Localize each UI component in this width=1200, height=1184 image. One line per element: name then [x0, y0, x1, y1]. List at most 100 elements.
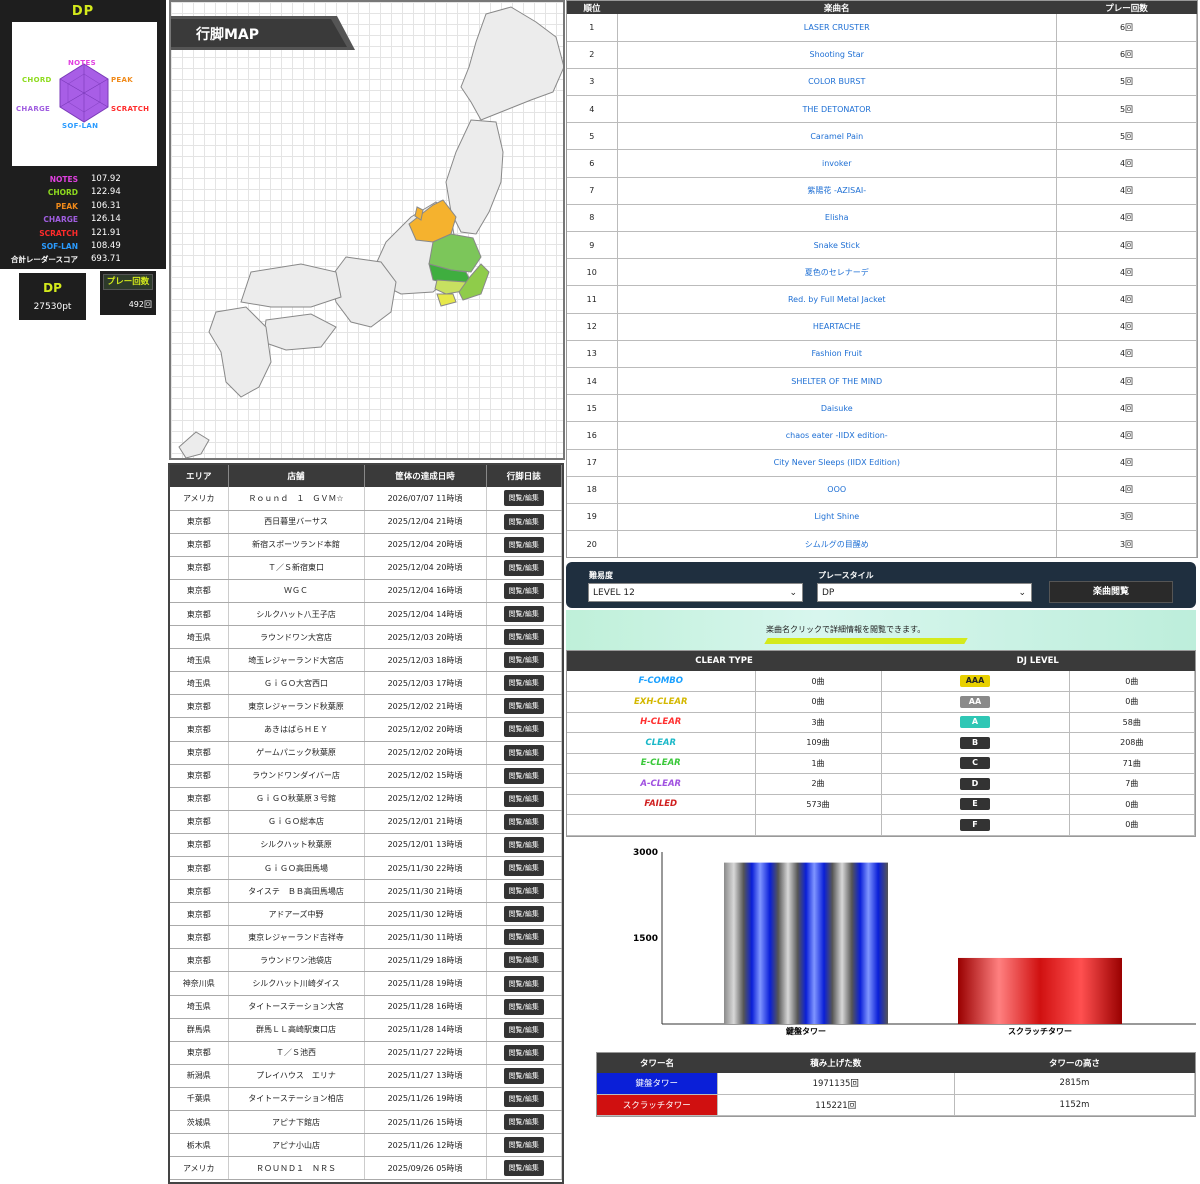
radar-label-peak: PEAK: [111, 76, 133, 84]
diary-edit-button[interactable]: 閲覧/編集: [503, 698, 544, 715]
shop-row: 東京都 ＧｉＧＯ総本店 2025/12/01 21時頃 閲覧/編集: [170, 810, 562, 834]
diary-edit-button[interactable]: 閲覧/編集: [503, 675, 544, 692]
song-title-link[interactable]: LASER CRUSTER: [617, 14, 1057, 42]
diary-edit-button[interactable]: 閲覧/編集: [503, 536, 544, 553]
shop-row: 東京都 東京レジャーランド吉祥寺 2025/11/30 11時頃 閲覧/編集: [170, 925, 562, 950]
song-title-link[interactable]: 夏色のセレナーデ: [617, 258, 1057, 287]
shop-date: 2025/12/02 21時頃: [364, 694, 487, 719]
shop-date: 2025/12/04 21時頃: [364, 510, 487, 534]
shop-date: 2025/11/30 21時頃: [364, 879, 487, 904]
song-title-link[interactable]: Elisha: [617, 204, 1057, 233]
song-title-link[interactable]: 紫陽花 -AZISAI-: [617, 177, 1057, 205]
diary-edit-button[interactable]: 閲覧/編集: [503, 883, 544, 900]
diary-edit-button[interactable]: 閲覧/編集: [503, 836, 544, 853]
diary-edit-button[interactable]: 閲覧/編集: [503, 582, 544, 599]
diary-edit-button[interactable]: 閲覧/編集: [503, 952, 544, 969]
diary-edit-button[interactable]: 閲覧/編集: [503, 1137, 544, 1154]
rank-number: 3: [567, 68, 618, 97]
shop-diary-cell: 閲覧/編集: [486, 602, 562, 627]
diary-edit-button[interactable]: 閲覧/編集: [503, 1044, 544, 1061]
play-count-button[interactable]: プレー回数: [103, 274, 153, 290]
play-count: 4回: [1056, 177, 1197, 205]
shop-diary-cell: 閲覧/編集: [486, 971, 562, 996]
diary-edit-button[interactable]: 閲覧/編集: [503, 767, 544, 784]
shop-row: 東京都 ＧｉＧＯ高田馬場 2025/11/30 22時頃 閲覧/編集: [170, 856, 562, 881]
song-title-link[interactable]: invoker: [617, 149, 1057, 178]
diary-edit-button[interactable]: 閲覧/編集: [503, 1021, 544, 1038]
diary-edit-button[interactable]: 閲覧/編集: [503, 790, 544, 807]
hint-text: 楽曲名クリックで詳細情報を閲覧できます。: [766, 625, 926, 634]
song-title-link[interactable]: Daisuke: [617, 394, 1057, 423]
diary-edit-button[interactable]: 閲覧/編集: [503, 998, 544, 1015]
tower-bar-0: [724, 862, 888, 1024]
diary-edit-button[interactable]: 閲覧/編集: [503, 629, 544, 646]
song-title-link[interactable]: Red. by Full Metal Jacket: [617, 285, 1057, 314]
shop-col-date: 筐体の達成日時: [364, 465, 487, 487]
diary-edit-button[interactable]: 閲覧/編集: [503, 606, 544, 623]
dj-level-badge: B: [960, 736, 990, 749]
shop-row: アメリカ Ｒｏｕｎｄ １ ＧＶＭ☆ 2026/07/07 11時頃 閲覧/編集: [170, 487, 562, 511]
diary-edit-button[interactable]: 閲覧/編集: [503, 490, 544, 507]
shop-row: 栃木県 アピナ小山店 2025/11/26 12時頃 閲覧/編集: [170, 1133, 562, 1158]
song-title-link[interactable]: OOO: [617, 476, 1057, 504]
diary-edit-button[interactable]: 閲覧/編集: [503, 906, 544, 923]
shop-shop: 東京レジャーランド秋葉原: [228, 694, 365, 719]
song-title-link[interactable]: chaos eater -IIDX edition-: [617, 421, 1057, 450]
radar-label-scratch: SCRATCH: [111, 105, 150, 113]
shop-area: 東京都: [170, 833, 229, 858]
song-title-link[interactable]: City Never Sleeps (IIDX Edition): [617, 449, 1057, 477]
shop-shop: タイトーステーション柏店: [228, 1087, 365, 1112]
ranking-row: 11 Red. by Full Metal Jacket 4回: [567, 285, 1197, 314]
play-style-select[interactable]: DP ⌄: [817, 583, 1032, 602]
diary-edit-button[interactable]: 閲覧/編集: [503, 1090, 544, 1107]
ranking-row: 17 City Never Sleeps (IIDX Edition) 4回: [567, 449, 1197, 477]
view-songs-button[interactable]: 楽曲閲覧: [1049, 581, 1173, 603]
diary-edit-button[interactable]: 閲覧/編集: [503, 929, 544, 946]
clear-type-count: 0曲: [755, 671, 882, 692]
diary-edit-button[interactable]: 閲覧/編集: [503, 559, 544, 576]
song-title-link[interactable]: HEARTACHE: [617, 313, 1057, 341]
song-title-link[interactable]: Fashion Fruit: [617, 340, 1057, 368]
shop-area: 東京都: [170, 579, 229, 603]
ranking-row: 1 LASER CRUSTER 6回: [567, 14, 1197, 42]
radar-stat-label: NOTES: [49, 175, 78, 184]
shop-area: 栃木県: [170, 1133, 229, 1158]
ranking-row: 16 chaos eater -IIDX edition- 4回: [567, 421, 1197, 450]
diary-edit-button[interactable]: 閲覧/編集: [503, 652, 544, 669]
shop-shop: シルクハット八王子店: [228, 602, 365, 627]
song-title-link[interactable]: Shooting Star: [617, 41, 1057, 69]
song-title-link[interactable]: Snake Stick: [617, 231, 1057, 260]
diary-edit-button[interactable]: 閲覧/編集: [503, 1067, 544, 1084]
shop-shop: 西日暮里バーサス: [228, 510, 365, 534]
song-title-link[interactable]: シムルグの目醒め: [617, 530, 1057, 557]
diary-edit-button[interactable]: 閲覧/編集: [503, 721, 544, 738]
song-title-link[interactable]: Light Shine: [617, 503, 1057, 532]
difficulty-select[interactable]: LEVEL 12 ⌄: [588, 583, 803, 602]
shop-row: 埼玉県 ラウンドワン大宮店 2025/12/03 20時頃 閲覧/編集: [170, 625, 562, 650]
clear-type-cell: H-CLEAR: [567, 712, 756, 733]
diary-edit-button[interactable]: 閲覧/編集: [503, 860, 544, 877]
song-title-link[interactable]: THE DETONATOR: [617, 95, 1057, 124]
diary-edit-button[interactable]: 閲覧/編集: [503, 1114, 544, 1131]
shop-area: 東京都: [170, 925, 229, 950]
diary-edit-button[interactable]: 閲覧/編集: [503, 744, 544, 761]
play-style-label: プレースタイル: [818, 571, 874, 580]
shop-area: 東京都: [170, 879, 229, 904]
shop-row: 東京都 西日暮里バーサス 2025/12/04 21時頃 閲覧/編集: [170, 510, 562, 534]
clear-type-label: EXH-CLEAR: [633, 696, 688, 707]
chevron-down-icon: ⌄: [1018, 588, 1026, 598]
song-title-link[interactable]: SHELTER OF THE MIND: [617, 367, 1057, 396]
radar-stat-label: SCRATCH: [39, 228, 78, 238]
japan-map: [178, 6, 563, 458]
diary-edit-button[interactable]: 閲覧/編集: [503, 513, 544, 530]
radar-label-notes: NOTES: [68, 59, 96, 67]
clear-type-label: FAILED: [644, 799, 678, 810]
shop-diary-cell: 閲覧/編集: [486, 694, 562, 719]
dj-level-cell: AAA: [881, 671, 1070, 692]
diary-edit-button[interactable]: 閲覧/編集: [503, 813, 544, 830]
diary-edit-button[interactable]: 閲覧/編集: [503, 1160, 544, 1177]
song-title-link[interactable]: Caramel Pain: [617, 122, 1057, 151]
dj-level-badge: F: [960, 818, 990, 831]
diary-edit-button[interactable]: 閲覧/編集: [503, 975, 544, 992]
song-title-link[interactable]: COLOR BURST: [617, 68, 1057, 97]
